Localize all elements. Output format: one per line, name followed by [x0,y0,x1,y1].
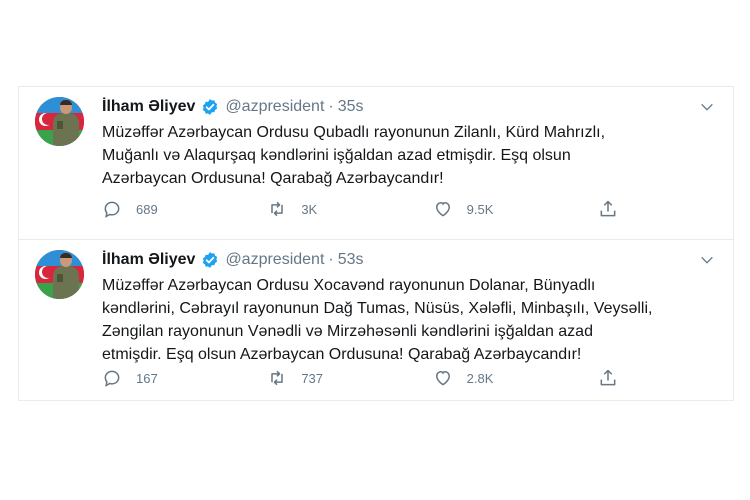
avatar[interactable] [35,250,84,299]
like-count: 9.5K [466,201,494,217]
tweet[interactable]: İlham Əliyev @azpresident · 35s Müzəffər… [19,87,733,240]
share-icon [600,200,616,217]
timestamp[interactable]: 35s [338,98,364,116]
reply-icon [104,370,120,387]
tweet-actions: 167 737 2.8K [102,368,632,388]
author-name[interactable]: İlham Əliyev [102,251,195,269]
tweet-feed: İlham Əliyev @azpresident · 35s Müzəffər… [18,86,734,401]
retweet-count: 737 [301,370,324,386]
timestamp[interactable]: 53s [338,251,364,269]
reply-button[interactable]: 167 [102,368,232,388]
share-icon [600,369,616,386]
tweet-text: Müzəffər Azərbaycan Ordusu Qubadlı rayon… [102,124,606,187]
share-button[interactable] [598,199,632,219]
chevron-down-icon[interactable] [699,252,715,268]
reply-count: 689 [136,201,158,217]
separator-dot: · [328,98,334,115]
verified-badge-icon [203,252,218,268]
avatar[interactable] [35,97,84,146]
reply-button[interactable]: 689 [102,199,232,219]
like-button[interactable]: 2.8K [433,368,563,388]
separator-dot: · [328,251,334,268]
author-name[interactable]: İlham Əliyev [102,98,195,116]
author-handle[interactable]: @azpresident [225,98,324,116]
tweet[interactable]: İlham Əliyev @azpresident · 53s Müzəffər… [19,240,733,401]
share-button[interactable] [598,368,632,388]
tweet-actions: 689 3K 9.5K [102,199,632,219]
retweet-button[interactable]: 737 [267,368,397,388]
retweet-count: 3K [301,201,318,217]
like-button[interactable]: 9.5K [433,199,563,219]
reply-icon [104,201,120,218]
reply-count: 167 [136,370,158,386]
like-count: 2.8K [466,370,494,386]
author-handle[interactable]: @azpresident [225,251,324,269]
retweet-icon [271,201,284,217]
retweet-button[interactable]: 3K [267,199,397,219]
retweet-icon [271,370,284,386]
heart-icon [435,201,450,217]
heart-icon [435,370,450,386]
verified-badge-icon [203,99,218,115]
chevron-down-icon[interactable] [699,99,715,115]
tweet-text: Müzəffər Azərbaycan Ordusu Xocavənd rayo… [102,277,653,363]
